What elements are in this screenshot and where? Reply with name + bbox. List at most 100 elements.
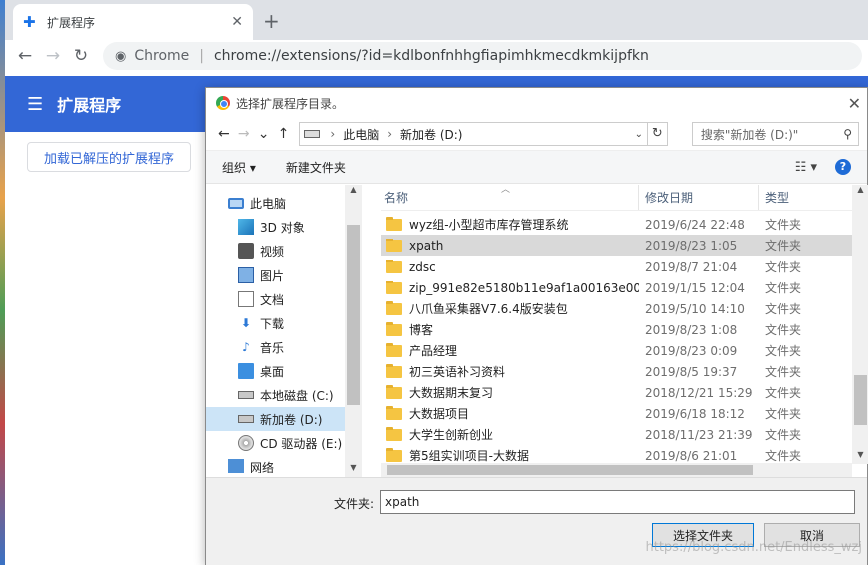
file-row[interactable]: 博客 2019/8/23 1:08 文件夹 xyxy=(381,319,868,340)
column-header-name[interactable]: ︿ 名称 xyxy=(381,185,639,210)
pictures-icon xyxy=(238,267,254,283)
file-row[interactable]: 大数据期末复习 2018/12/21 15:29 文件夹 xyxy=(381,382,868,403)
reload-icon[interactable]: ↻ xyxy=(67,42,95,70)
file-name: 大学生创新创业 xyxy=(409,428,494,442)
column-header-type[interactable]: 类型 xyxy=(759,189,789,206)
tree-item-music[interactable]: ♪ 音乐 xyxy=(206,335,361,359)
new-folder-button[interactable]: 新建文件夹 xyxy=(286,159,346,176)
file-type: 文件夹 xyxy=(765,218,802,232)
scroll-down-icon[interactable]: ▼ xyxy=(852,450,868,464)
tree-item-this-pc[interactable]: 此电脑 xyxy=(206,191,361,215)
dialog-back-icon[interactable]: ← xyxy=(214,126,234,142)
file-row[interactable]: 八爪鱼采集器V7.6.4版安装包 2019/5/10 14:10 文件夹 xyxy=(381,298,868,319)
tree-item-cd-drive-e[interactable]: CD 驱动器 (E:) xyxy=(206,431,361,455)
file-name: 大数据项目 xyxy=(409,407,470,421)
tree-item-downloads[interactable]: ⬇ 下载 xyxy=(206,311,361,335)
new-tab-button[interactable]: + xyxy=(263,9,280,33)
music-icon: ♪ xyxy=(242,340,250,354)
forward-icon[interactable]: → xyxy=(39,42,67,70)
chevron-down-icon[interactable]: ⌄ xyxy=(631,129,647,140)
scrollbar-thumb[interactable] xyxy=(347,225,360,405)
tree-item-videos[interactable]: 视频 xyxy=(206,239,361,263)
file-list-vertical-scrollbar[interactable]: ▲ ▼ xyxy=(852,185,868,464)
drive-icon xyxy=(238,415,254,423)
select-folder-button[interactable]: 选择文件夹 xyxy=(652,523,754,547)
tree-item-label: 下载 xyxy=(260,316,285,331)
omnibox-separator: | xyxy=(199,48,204,64)
dialog-close-icon[interactable]: ✕ xyxy=(848,94,861,113)
file-type: 文件夹 xyxy=(765,239,802,253)
breadcrumb-this-pc[interactable]: 此电脑 xyxy=(343,126,379,143)
cancel-button[interactable]: 取消 xyxy=(764,523,860,547)
scroll-up-icon[interactable]: ▲ xyxy=(852,185,868,199)
file-type: 文件夹 xyxy=(765,386,802,400)
tree-item-3d-objects[interactable]: 3D 对象 xyxy=(206,215,361,239)
column-header-date[interactable]: 修改日期 xyxy=(639,185,759,210)
file-row[interactable]: 大学生创新创业 2018/11/23 21:39 文件夹 xyxy=(381,424,868,445)
folder-icon xyxy=(386,280,402,294)
column-header-label: 修改日期 xyxy=(645,191,694,205)
dialog-up-icon[interactable]: ↑ xyxy=(274,126,294,142)
file-name: 第5组实训项目-大数据 xyxy=(409,449,529,463)
tree-item-documents[interactable]: 文档 xyxy=(206,287,361,311)
folder-name-input[interactable]: xpath xyxy=(380,490,855,514)
file-row[interactable]: wyz组-小型超市库存管理系统 2019/6/24 22:48 文件夹 xyxy=(381,214,868,235)
command-bar: 组织 ▾ 新建文件夹 ☷ ▾ ? xyxy=(206,150,867,184)
folder-icon xyxy=(386,321,402,336)
file-row[interactable]: 产品经理 2019/8/23 0:09 文件夹 xyxy=(381,340,868,361)
file-row[interactable]: 初三英语补习资料 2019/8/5 19:37 文件夹 xyxy=(381,361,868,382)
folder-icon xyxy=(386,426,402,441)
tree-scrollbar[interactable]: ▲ ▼ xyxy=(345,185,362,477)
view-options-icon[interactable]: ☷ ▾ xyxy=(795,160,817,175)
tree-item-desktop[interactable]: 桌面 xyxy=(206,359,361,383)
tree-item-label: 本地磁盘 (C:) xyxy=(260,388,334,403)
tree-item-label: 文档 xyxy=(260,292,285,307)
folder-icon xyxy=(386,216,402,231)
file-list-horizontal-scrollbar[interactable] xyxy=(381,463,852,477)
file-row[interactable]: zdsc 2019/8/7 21:04 文件夹 xyxy=(381,256,868,277)
organize-menu[interactable]: 组织 ▾ xyxy=(222,159,256,176)
close-icon[interactable]: ✕ xyxy=(231,14,243,30)
scroll-up-icon[interactable]: ▲ xyxy=(345,185,362,199)
column-header-label: 类型 xyxy=(765,191,790,205)
hamburger-menu-icon[interactable]: ☰ xyxy=(27,94,43,115)
file-name: wyz组-小型超市库存管理系统 xyxy=(409,218,569,232)
file-date: 2019/1/15 12:04 xyxy=(645,280,745,295)
drive-icon xyxy=(238,391,254,399)
chrome-logo-icon xyxy=(216,96,230,110)
search-input[interactable]: 搜索"新加卷 (D:)" ⚲ xyxy=(691,122,859,146)
file-row[interactable]: zip_991e82e5180b11e9af1a00163e00... 2019… xyxy=(381,277,868,298)
back-icon[interactable]: ← xyxy=(11,42,39,70)
desktop-icon xyxy=(238,363,254,379)
file-name: 大数据期末复习 xyxy=(409,386,494,400)
omnibox[interactable]: ◉ Chrome | chrome://extensions/?id=kdlbo… xyxy=(103,42,862,70)
file-type: 文件夹 xyxy=(765,428,802,442)
file-date: 2019/6/18 18:12 xyxy=(645,406,745,421)
file-date: 2019/8/23 0:09 xyxy=(645,343,738,358)
dialog-recent-icon[interactable]: ⌄ xyxy=(254,126,274,142)
dialog-forward-icon[interactable]: → xyxy=(234,126,254,142)
sort-ascending-icon: ︿ xyxy=(501,185,511,195)
file-row[interactable]: xpath 2019/8/23 1:05 文件夹 xyxy=(381,235,868,256)
load-unpacked-button[interactable]: 加载已解压的扩展程序 xyxy=(27,142,192,172)
scrollbar-thumb[interactable] xyxy=(387,465,753,475)
refresh-icon[interactable]: ↻ xyxy=(647,122,668,146)
tree-item-drive-d[interactable]: 新加卷 (D:) xyxy=(206,407,361,431)
tree-item-drive-c[interactable]: 本地磁盘 (C:) xyxy=(206,383,361,407)
help-icon[interactable]: ? xyxy=(835,159,851,175)
tree-item-pictures[interactable]: 图片 xyxy=(206,263,361,287)
file-date: 2019/8/6 21:01 xyxy=(645,448,738,463)
file-row[interactable]: 大数据项目 2019/6/18 18:12 文件夹 xyxy=(381,403,868,424)
tab-extensions[interactable]: ✚ 扩展程序 ✕ xyxy=(13,4,253,40)
file-list: ︿ 名称 修改日期 类型 wyz组-小型超市库存管理系统 2019/6/24 2… xyxy=(381,185,868,477)
scroll-down-icon[interactable]: ▼ xyxy=(345,463,362,477)
path-breadcrumb[interactable]: › 此电脑 › 新加卷 (D:) ⌄ xyxy=(299,122,648,146)
folder-icon xyxy=(386,384,402,399)
tree-item-network[interactable]: 网络 xyxy=(206,455,361,473)
scrollbar-thumb[interactable] xyxy=(854,375,867,425)
tree-item-label: CD 驱动器 (E:) xyxy=(260,436,343,451)
breadcrumb-drive-d[interactable]: 新加卷 (D:) xyxy=(400,126,462,143)
tab-strip: ✚ 扩展程序 ✕ + xyxy=(5,0,868,40)
file-date: 2019/8/7 21:04 xyxy=(645,259,738,274)
navigation-tree: 此电脑 3D 对象 视频 图片 文档 ⬇ 下载 ♪ 音乐 桌面 本地磁盘 (C:… xyxy=(206,185,361,477)
